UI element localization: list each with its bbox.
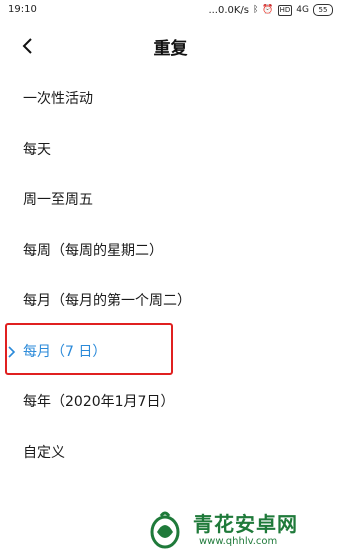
option-weekly[interactable]: 每周（每周的星期二） — [0, 225, 341, 276]
option-label: 每周（每周的星期二） — [23, 242, 163, 259]
status-bar: 19:10 ...0.0K/s ᛒ ⏰ HD 4G 55 — [0, 0, 341, 22]
option-label: 一次性活动 — [23, 91, 93, 108]
option-weekdays[interactable]: 周一至周五 — [0, 174, 341, 225]
header: 重复 — [0, 28, 341, 64]
highlight-annotation-box — [5, 323, 173, 375]
watermark: 青花安卓网 www.qhhlv.com — [143, 506, 333, 552]
leaf-logo-icon — [150, 511, 180, 549]
watermark-url: www.qhhlv.com — [199, 536, 278, 547]
signal-icon: 4G — [296, 5, 309, 15]
option-yearly[interactable]: 每年（2020年1月7日） — [0, 376, 341, 427]
status-time: 19:10 — [8, 4, 37, 15]
hd-badge: HD — [277, 4, 293, 16]
option-label: 每年（2020年1月7日） — [23, 394, 175, 411]
option-one-time[interactable]: 一次性活动 — [0, 73, 341, 124]
option-label: 周一至周五 — [23, 192, 93, 209]
network-speed: ...0.0K/s — [208, 4, 250, 16]
option-monthly-weekday[interactable]: 每月（每月的第一个周二） — [0, 275, 341, 326]
option-custom[interactable]: 自定义 — [0, 427, 341, 478]
battery-icon: 55 — [313, 4, 333, 16]
page-title: 重复 — [153, 39, 188, 59]
option-label: 自定义 — [23, 444, 65, 461]
option-label: 每天 — [23, 141, 51, 158]
option-daily[interactable]: 每天 — [0, 124, 341, 175]
option-label: 每月（每月的第一个周二） — [23, 293, 191, 310]
status-icons: ...0.0K/s ᛒ ⏰ HD 4G 55 — [208, 4, 333, 16]
bluetooth-icon: ᛒ — [253, 5, 259, 15]
repeat-options-list: 一次性活动 每天 周一至周五 每周（每周的星期二） 每月（每月的第一个周二） 每… — [0, 73, 341, 477]
alarm-icon: ⏰ — [262, 5, 274, 15]
watermark-name: 青花安卓网 — [193, 512, 298, 536]
